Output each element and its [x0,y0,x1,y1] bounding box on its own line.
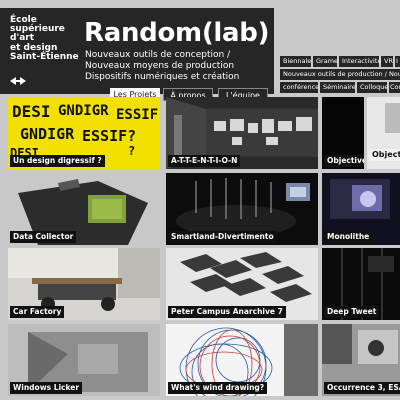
tag-con-cut-off[interactable]: Con [389,82,400,93]
project-tile-objectiver[interactable]: Objectiver [322,97,364,169]
svg-text:DESI: DESI [12,102,51,121]
tagline: Dispositifs numériques et création [85,72,240,82]
project-title: What's wind drawing? [168,382,268,394]
project-tile-data-collector[interactable]: Data Collector [8,173,160,245]
project-tile-monolithe[interactable]: Monolithe [322,173,400,245]
tag-colloque[interactable]: Colloque [357,82,388,93]
site-header: École supérieure d'art et design Saint-É… [0,8,274,101]
project-title: Smartland-Divertimento [168,231,277,243]
project-tile-windows-licker[interactable]: Windows Licker [8,324,160,396]
double-arrow-logo-icon [10,77,26,85]
project-tile-peter-campus[interactable]: Peter Campus Anarchive 7 [166,248,318,320]
svg-text:ESSIF: ESSIF [116,107,158,123]
tag-nouveaux-outils[interactable]: Nouveaux outils de production / Nouv [280,69,400,80]
project-title: Objectiver [324,155,364,167]
tag-vr[interactable]: VR [381,56,393,67]
tag-seminaire[interactable]: Séminaire [320,82,356,93]
school-name[interactable]: École supérieure d'art et design Saint-É… [10,15,80,62]
project-tile-attention[interactable]: A-T-T-E-N-T-I-O-N [166,97,318,169]
project-title: A-T-T-E-N-T-I-O-N [168,155,241,167]
project-title: Peter Campus Anarchive 7 [168,306,286,318]
tag-conference[interactable]: conférence [280,82,319,93]
project-title: Deep Tweet [324,306,380,318]
project-title: Monolithe [324,231,373,243]
project-title: Data Collector [10,231,77,243]
project-title: Object [369,149,400,161]
tag-interactivite[interactable]: Interactivité [339,56,381,67]
project-tile-object[interactable]: Object [367,97,400,169]
project-tile-un-design-digressif[interactable]: DESI GNDIGR ESSIF GNDIGR ESSIF? DESI ? U… [8,97,160,169]
project-title: Occurrence 3, ESAD [324,382,400,394]
project-tile-wind-drawing[interactable]: What's wind drawing? [166,324,318,396]
project-title: Un design digressif ? [10,155,105,167]
tagline: Nouveaux moyens de production [85,61,235,71]
tag-cut-off[interactable]: I [395,56,400,67]
svg-text:GNDIGR: GNDIGR [20,125,75,143]
project-title: Windows Licker [10,382,83,394]
project-tile-smartland[interactable]: Smartland-Divertimento [166,173,318,245]
tag-biennale[interactable]: Biennale [280,56,311,67]
taglines: Nouveaux outils de conception / Nouveaux… [85,50,239,83]
svg-text:GNDIGR: GNDIGR [58,103,109,119]
svg-text:ESSIF?: ESSIF? [82,127,136,145]
project-tile-occurrence-3[interactable]: Occurrence 3, ESAD [322,324,400,396]
tagline: Nouveaux outils de conception / [85,50,231,60]
project-tile-deep-tweet[interactable]: Deep Tweet [322,248,400,320]
tag-grame[interactable]: Grame [313,56,338,67]
project-tile-car-factory[interactable]: Car Factory [8,248,160,320]
project-title: Car Factory [10,306,65,318]
school-line: Saint-Étienne [10,51,79,62]
svg-text:?: ? [128,144,135,158]
site-title[interactable]: Random(lab) [84,18,269,48]
